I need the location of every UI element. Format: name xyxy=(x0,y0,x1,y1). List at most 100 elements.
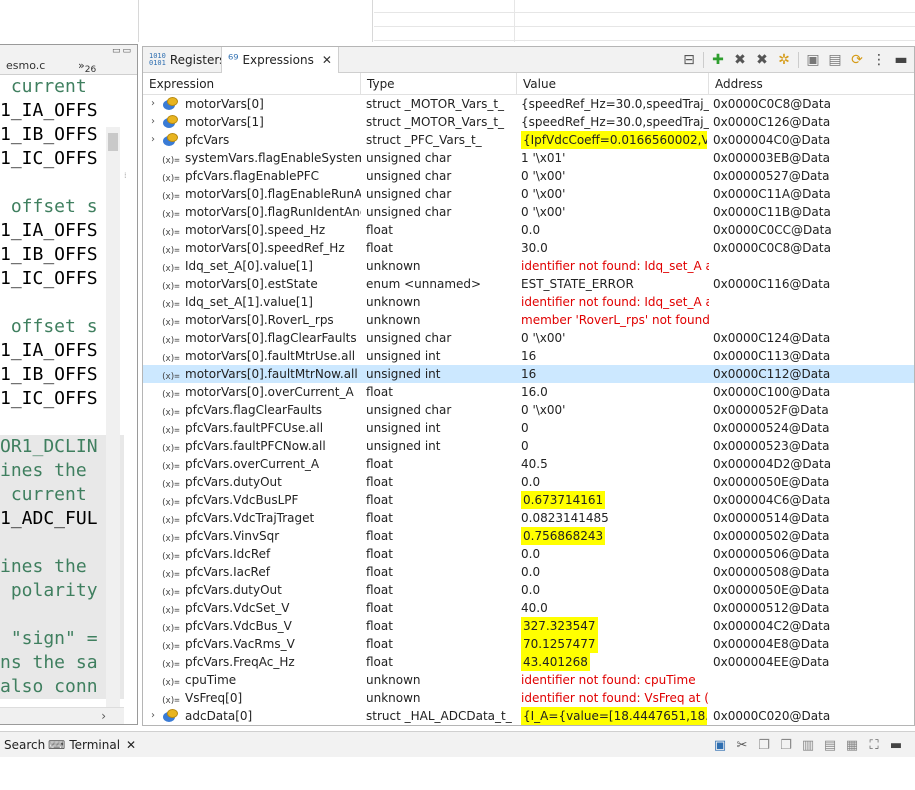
scroll-lock-icon[interactable]: ⛶ xyxy=(863,735,885,755)
value-cell[interactable]: {speedRef_Hz=30.0,speedTraj_Hz... xyxy=(517,113,709,131)
minimize-maximize-icon[interactable]: ▭▭ xyxy=(112,46,133,56)
expression-cell[interactable]: (x)= motorVars[0].speed_Hz xyxy=(143,221,361,239)
expand-arrow-icon[interactable]: › xyxy=(151,131,155,149)
value-cell[interactable]: 0.0 xyxy=(517,545,709,563)
value-cell[interactable]: 0 '\x00' xyxy=(517,401,709,419)
value-cell[interactable]: 0.0 xyxy=(517,473,709,491)
console-icon[interactable]: ▣ xyxy=(709,735,731,755)
expression-cell[interactable]: (x)= motorVars[0].flagClearFaults xyxy=(143,329,361,347)
collapse-all-icon[interactable]: ⊟ xyxy=(678,50,700,70)
value-cell[interactable]: 0.0 xyxy=(517,221,709,239)
value-cell[interactable]: identifier not found: VsFreq at (V... xyxy=(517,689,709,707)
table-row[interactable]: (x)= pfcVars.overCurrent_A float 40.5 0x0000… xyxy=(143,455,914,473)
value-cell[interactable]: 0 '\x00' xyxy=(517,329,709,347)
value-cell[interactable]: 16.0 xyxy=(517,383,709,401)
expression-cell[interactable]: (x)= pfcVars.dutyOut xyxy=(143,473,361,491)
expression-cell[interactable]: (x)= motorVars[0].speedRef_Hz xyxy=(143,239,361,257)
expression-cell[interactable]: (x)= motorVars[0].faultMtrNow.all xyxy=(143,365,361,383)
expression-cell[interactable]: (x)= pfcVars.VinvSqr xyxy=(143,527,361,545)
value-cell[interactable]: 40.0 xyxy=(517,599,709,617)
view-menu-icon[interactable]: ⋮ xyxy=(868,50,890,70)
import-icon[interactable]: ▣ xyxy=(802,50,824,70)
select-all-icon[interactable]: ▤ xyxy=(819,735,841,755)
table-row[interactable]: (x)= VsFreq[0] unknown identifier not found… xyxy=(143,689,914,707)
table-row[interactable]: (x)= pfcVars.flagEnablePFC unsigned char 0 … xyxy=(143,167,914,185)
expression-cell[interactable]: (x)= Idq_set_A[0].value[1] xyxy=(143,257,361,275)
value-cell[interactable]: identifier not found: Idq_set_A at ... xyxy=(517,257,709,275)
expression-cell[interactable]: (x)= pfcVars.flagEnablePFC xyxy=(143,167,361,185)
value-cell[interactable]: {IpfVdcCoeff=0.0166560002,VdcB... xyxy=(517,131,709,149)
value-cell[interactable]: 0 '\x00' xyxy=(517,167,709,185)
column-header-expression[interactable]: Expression xyxy=(143,73,361,95)
expression-cell[interactable]: (x)= pfcVars.faultPFCNow.all xyxy=(143,437,361,455)
remove-all-icon[interactable]: ✖ xyxy=(751,50,773,70)
table-row[interactable]: (x)= pfcVars.VdcBus_V float 327.323547 0x000… xyxy=(143,617,914,635)
value-cell[interactable]: identifier not found: Idq_set_A at ... xyxy=(517,293,709,311)
value-cell[interactable]: 16 xyxy=(517,347,709,365)
expression-cell[interactable]: (x)= pfcVars.overCurrent_A xyxy=(143,455,361,473)
expression-cell[interactable]: (x)= Idq_set_A[1].value[1] xyxy=(143,293,361,311)
continuous-refresh-icon[interactable]: ⟳ xyxy=(846,50,868,70)
expression-cell[interactable]: (x)= pfcVars.flagClearFaults xyxy=(143,401,361,419)
table-row[interactable]: (x)= pfcVars.VdcSet_V float 40.0 0x00000512@… xyxy=(143,599,914,617)
table-row[interactable]: (x)= pfcVars.VdcBusLPF float 0.673714161 0x0… xyxy=(143,491,914,509)
expression-cell[interactable]: (x)= pfcVars.VdcSet_V xyxy=(143,599,361,617)
find-icon[interactable]: ▦ xyxy=(841,735,863,755)
copy-icon[interactable]: ❐ xyxy=(753,735,775,755)
value-cell[interactable]: 0.673714161 xyxy=(517,491,709,509)
close-icon[interactable]: ✕ xyxy=(126,738,136,752)
expression-cell[interactable]: › pfcVars xyxy=(143,131,361,149)
value-cell[interactable]: 40.5 xyxy=(517,455,709,473)
close-icon[interactable]: ✕ xyxy=(322,53,332,67)
table-row[interactable]: (x)= pfcVars.VinvSqr float 0.756868243 0x000… xyxy=(143,527,914,545)
scroll-thumb[interactable] xyxy=(108,133,118,151)
table-row[interactable]: (x)= systemVars.flagEnableSystem unsigned … xyxy=(143,149,914,167)
table-row[interactable]: (x)= pfcVars.IdcRef float 0.0 0x00000506@Dat… xyxy=(143,545,914,563)
value-cell[interactable]: 43.401268 xyxy=(517,653,709,671)
table-row[interactable]: (x)= pfcVars.dutyOut float 0.0 0x0000050E@Da… xyxy=(143,473,914,491)
expression-cell[interactable]: (x)= motorVars[0].overCurrent_A xyxy=(143,383,361,401)
expression-cell[interactable]: (x)= motorVars[0].RoverL_rps xyxy=(143,311,361,329)
refresh-icon[interactable]: ✲ xyxy=(773,50,795,70)
table-row[interactable]: (x)= pfcVars.faultPFCNow.all unsigned int 0… xyxy=(143,437,914,455)
table-row[interactable]: › adcData[0] struct _HAL_ADCData_t_ {I_A={v… xyxy=(143,707,914,725)
value-cell[interactable]: 0 '\x00' xyxy=(517,185,709,203)
expression-cell[interactable]: (x)= motorVars[0].faultMtrUse.all xyxy=(143,347,361,365)
expression-cell[interactable]: › motorVars[1] xyxy=(143,113,361,131)
table-row[interactable]: (x)= motorVars[0].overCurrent_A float 16.0 0… xyxy=(143,383,914,401)
expand-arrow-icon[interactable]: › xyxy=(151,95,155,113)
value-cell[interactable]: 0.756868243 xyxy=(517,527,709,545)
table-row[interactable]: › motorVars[0] struct _MOTOR_Vars_t_ {speed… xyxy=(143,95,914,113)
table-row[interactable]: (x)= motorVars[0].flagRunIdentAndOr unsign… xyxy=(143,203,914,221)
value-cell[interactable]: 30.0 xyxy=(517,239,709,257)
expand-arrow-icon[interactable]: › xyxy=(151,707,155,725)
scroll-right-icon[interactable]: › xyxy=(101,709,106,723)
table-row[interactable]: (x)= motorVars[0].speed_Hz float 0.0 0x0000C… xyxy=(143,221,914,239)
expression-cell[interactable]: (x)= systemVars.flagEnableSystem xyxy=(143,149,361,167)
value-cell[interactable]: identifier not found: cpuTime xyxy=(517,671,709,689)
table-row[interactable]: (x)= pfcVars.IacRef float 0.0 0x00000508@Dat… xyxy=(143,563,914,581)
value-cell[interactable]: 0.0 xyxy=(517,581,709,599)
remove-expression-icon[interactable]: ✖ xyxy=(729,50,751,70)
editor-horizontal-scrollbar[interactable]: › xyxy=(0,707,124,724)
expression-cell[interactable]: (x)= pfcVars.VdcBus_V xyxy=(143,617,361,635)
column-header-address[interactable]: Address xyxy=(709,73,914,95)
expression-cell[interactable]: (x)= pfcVars.dutyOut xyxy=(143,581,361,599)
more-tabs-button[interactable]: »26 xyxy=(78,59,96,75)
editor-tab-esmo[interactable]: esmo.c xyxy=(0,57,51,75)
expression-cell[interactable]: (x)= pfcVars.IdcRef xyxy=(143,545,361,563)
table-row[interactable]: (x)= pfcVars.dutyOut float 0.0 0x0000050E@Da… xyxy=(143,581,914,599)
table-row[interactable]: (x)= pfcVars.flagClearFaults unsigned char… xyxy=(143,401,914,419)
expression-cell[interactable]: (x)= motorVars[0].flagRunIdentAndOr xyxy=(143,203,361,221)
table-row[interactable]: (x)= motorVars[0].flagEnableRunAndId unsig… xyxy=(143,185,914,203)
column-header-value[interactable]: Value xyxy=(517,73,709,95)
value-cell[interactable]: 327.323547 xyxy=(517,617,709,635)
value-cell[interactable]: 0.0823141485 xyxy=(517,509,709,527)
expression-cell[interactable]: (x)= pfcVars.FreqAc_Hz xyxy=(143,653,361,671)
expression-cell[interactable]: (x)= pfcVars.VacRms_V xyxy=(143,635,361,653)
value-cell[interactable]: 0.0 xyxy=(517,563,709,581)
table-row[interactable]: › motorVars[1] struct _MOTOR_Vars_t_ {speed… xyxy=(143,113,914,131)
expression-cell[interactable]: › motorVars[0] xyxy=(143,95,361,113)
value-cell[interactable]: 0 xyxy=(517,419,709,437)
add-expression-icon[interactable]: ✚ xyxy=(707,50,729,70)
